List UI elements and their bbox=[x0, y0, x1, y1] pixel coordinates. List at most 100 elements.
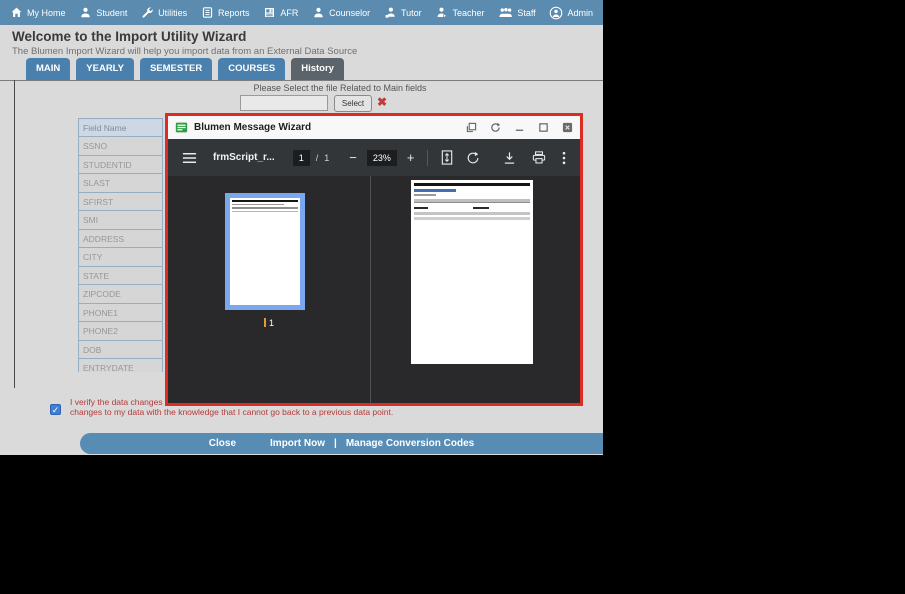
thumb-content-line bbox=[232, 211, 298, 212]
nav-label: My Home bbox=[27, 7, 66, 18]
thumbnail-caret bbox=[263, 318, 266, 327]
panel-top-border bbox=[0, 80, 603, 81]
import-now-button[interactable]: Import Now bbox=[270, 438, 325, 449]
verify-text-line1: I verify the data changes to bbox=[70, 397, 173, 407]
page-title-line bbox=[414, 189, 456, 192]
maximize-icon[interactable] bbox=[538, 122, 549, 133]
field-name-table: Field Name SSNO STUDENTID SLAST SFIRST S… bbox=[78, 118, 163, 372]
nav-item-afr[interactable]: AFR bbox=[263, 6, 298, 19]
field-row: CITY bbox=[78, 248, 163, 267]
nav-item-my-home[interactable]: My Home bbox=[10, 6, 66, 19]
page-table-band bbox=[414, 199, 530, 203]
tab-history[interactable]: History bbox=[291, 58, 344, 80]
page-thumbnail-selected[interactable] bbox=[225, 193, 305, 310]
fit-to-page-icon[interactable] bbox=[441, 150, 453, 165]
nav-label: Staff bbox=[517, 7, 536, 18]
thumb-content-line bbox=[232, 207, 298, 209]
field-row: STATE bbox=[78, 266, 163, 285]
undock-icon[interactable] bbox=[466, 122, 477, 133]
nav-item-utilities[interactable]: Utilities bbox=[141, 6, 187, 19]
staff-people-icon bbox=[499, 8, 513, 17]
kebab-menu-icon[interactable] bbox=[562, 151, 566, 165]
panel-left-border bbox=[14, 80, 15, 388]
page-separator: / bbox=[315, 152, 319, 163]
page-title: Welcome to the Import Utility Wizard bbox=[12, 29, 247, 44]
nav-label: Utilities bbox=[158, 7, 188, 18]
close-icon[interactable] bbox=[562, 122, 573, 133]
menu-hamburger-icon[interactable] bbox=[182, 152, 197, 164]
field-row: PHONE1 bbox=[78, 303, 163, 322]
reports-icon bbox=[202, 7, 213, 18]
close-button[interactable]: Close bbox=[209, 438, 236, 449]
page-table-band bbox=[414, 212, 530, 215]
screen: My Home Student Utilities Reports AFR Co… bbox=[0, 0, 905, 594]
zoom-out-button[interactable]: − bbox=[349, 150, 357, 165]
nav-item-admin[interactable]: Admin bbox=[549, 6, 593, 20]
file-select-prompt: Please Select the file Related to Main f… bbox=[253, 83, 427, 93]
form-document-icon bbox=[175, 122, 188, 133]
tab-courses[interactable]: COURSES bbox=[218, 58, 286, 80]
counselor-icon bbox=[314, 7, 323, 18]
afr-document-icon bbox=[265, 8, 275, 17]
rotate-icon[interactable] bbox=[466, 151, 480, 165]
page-subtext-line bbox=[414, 194, 436, 196]
nav-item-staff[interactable]: Staff bbox=[498, 6, 536, 19]
pdf-filename: frmScript_r... bbox=[213, 152, 275, 163]
field-row: ZIPCODE bbox=[78, 285, 163, 304]
top-nav: My Home Student Utilities Reports AFR Co… bbox=[0, 0, 603, 25]
thumbnail-pane[interactable]: 1 bbox=[168, 176, 370, 403]
blumen-message-wizard-dialog: Blumen Message Wizard frmScript_r... 1 /… bbox=[165, 113, 583, 406]
field-row: ENTRYDATE bbox=[78, 359, 163, 372]
nav-label: AFR bbox=[280, 7, 299, 18]
nav-item-student[interactable]: Student bbox=[79, 6, 127, 19]
student-icon bbox=[81, 7, 91, 18]
footer-separator: | bbox=[334, 438, 337, 449]
zoom-in-button[interactable]: + bbox=[407, 150, 415, 165]
file-path-input[interactable] bbox=[240, 95, 328, 111]
nav-label: Student bbox=[96, 7, 128, 18]
footer-action-bar: Close Import Now | Manage Conversion Cod… bbox=[80, 433, 603, 454]
nav-item-tutor[interactable]: Tutor bbox=[384, 6, 422, 19]
nav-item-counselor[interactable]: Counselor bbox=[312, 6, 370, 19]
dialog-title: Blumen Message Wizard bbox=[194, 122, 312, 133]
refresh-icon[interactable] bbox=[490, 122, 501, 133]
window-controls bbox=[466, 122, 573, 133]
nav-label: Counselor bbox=[329, 7, 371, 18]
nav-item-reports[interactable]: Reports bbox=[201, 6, 250, 19]
page-number-input[interactable]: 1 bbox=[292, 149, 310, 166]
thumbnail-page-number: 1 bbox=[268, 318, 274, 328]
nav-item-teacher[interactable]: Teacher bbox=[435, 6, 485, 19]
clear-file-icon[interactable]: ✖ bbox=[377, 95, 387, 109]
print-icon[interactable] bbox=[532, 151, 546, 164]
dialog-title-bar[interactable]: Blumen Message Wizard bbox=[168, 116, 580, 139]
home-icon bbox=[11, 7, 22, 17]
tab-main[interactable]: MAIN bbox=[26, 58, 71, 80]
nav-label: Reports bbox=[218, 7, 250, 18]
minimize-icon[interactable] bbox=[514, 122, 525, 133]
thumb-content-line bbox=[232, 204, 284, 205]
teacher-icon bbox=[438, 7, 447, 18]
pdf-viewer-body: 1 bbox=[168, 176, 580, 403]
download-icon[interactable] bbox=[503, 151, 516, 165]
app-window: My Home Student Utilities Reports AFR Co… bbox=[0, 0, 603, 455]
tab-semester[interactable]: SEMESTER bbox=[139, 58, 213, 80]
wrench-icon bbox=[142, 7, 153, 18]
field-row: SMI bbox=[78, 211, 163, 230]
admin-icon bbox=[550, 6, 563, 19]
field-row: SSNO bbox=[78, 137, 163, 156]
tab-bar: MAIN YEARLY SEMESTER COURSES History bbox=[26, 58, 344, 80]
select-file-button[interactable]: Select bbox=[334, 95, 372, 112]
thumbnail-page-label: 1 bbox=[168, 318, 370, 328]
toolbar-right-group bbox=[503, 151, 566, 165]
field-row: ADDRESS bbox=[78, 229, 163, 248]
tab-yearly[interactable]: YEARLY bbox=[76, 58, 134, 80]
page-header-rule bbox=[414, 183, 530, 186]
document-pane bbox=[371, 176, 580, 403]
manage-conversion-codes-button[interactable]: Manage Conversion Codes bbox=[346, 438, 474, 449]
nav-label: Teacher bbox=[452, 7, 485, 18]
field-table-header: Field Name bbox=[78, 118, 163, 137]
verify-checkbox[interactable]: ✓ bbox=[50, 404, 61, 415]
field-row: DOB bbox=[78, 340, 163, 359]
page-subtitle: The Blumen Import Wizard will help you i… bbox=[12, 46, 358, 57]
toolbar-divider bbox=[427, 149, 429, 166]
